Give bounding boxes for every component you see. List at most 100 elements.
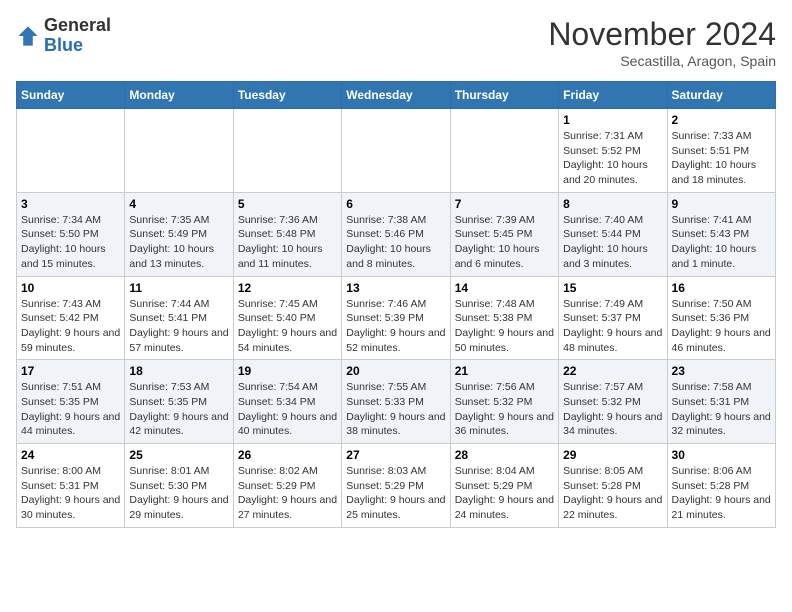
calendar-cell: 20 Sunrise: 7:55 AM Sunset: 5:33 PM Dayli… (342, 360, 450, 444)
calendar-cell: 24 Sunrise: 8:00 AM Sunset: 5:31 PM Dayli… (17, 444, 125, 528)
cell-content: Sunrise: 7:35 AM Sunset: 5:49 PM Dayligh… (129, 213, 228, 272)
cell-content: Sunrise: 8:04 AM Sunset: 5:29 PM Dayligh… (455, 464, 554, 523)
day-number: 15 (563, 281, 662, 295)
day-number: 6 (346, 197, 445, 211)
calendar-cell: 13 Sunrise: 7:46 AM Sunset: 5:39 PM Dayli… (342, 276, 450, 360)
calendar-week-row: 17 Sunrise: 7:51 AM Sunset: 5:35 PM Dayli… (17, 360, 776, 444)
day-number: 26 (238, 448, 337, 462)
calendar-cell: 15 Sunrise: 7:49 AM Sunset: 5:37 PM Dayli… (559, 276, 667, 360)
day-number: 8 (563, 197, 662, 211)
weekday-header: Thursday (450, 82, 558, 109)
calendar-cell: 23 Sunrise: 7:58 AM Sunset: 5:31 PM Dayli… (667, 360, 775, 444)
calendar-cell: 2 Sunrise: 7:33 AM Sunset: 5:51 PM Daylig… (667, 109, 775, 193)
day-number: 7 (455, 197, 554, 211)
calendar-week-row: 3 Sunrise: 7:34 AM Sunset: 5:50 PM Daylig… (17, 192, 776, 276)
cell-content: Sunrise: 8:01 AM Sunset: 5:30 PM Dayligh… (129, 464, 228, 523)
cell-content: Sunrise: 8:00 AM Sunset: 5:31 PM Dayligh… (21, 464, 120, 523)
day-number: 5 (238, 197, 337, 211)
calendar-cell: 21 Sunrise: 7:56 AM Sunset: 5:32 PM Dayli… (450, 360, 558, 444)
cell-content: Sunrise: 7:51 AM Sunset: 5:35 PM Dayligh… (21, 380, 120, 439)
cell-content: Sunrise: 7:53 AM Sunset: 5:35 PM Dayligh… (129, 380, 228, 439)
day-number: 12 (238, 281, 337, 295)
calendar-week-row: 10 Sunrise: 7:43 AM Sunset: 5:42 PM Dayli… (17, 276, 776, 360)
cell-content: Sunrise: 7:34 AM Sunset: 5:50 PM Dayligh… (21, 213, 120, 272)
cell-content: Sunrise: 8:06 AM Sunset: 5:28 PM Dayligh… (672, 464, 771, 523)
calendar-cell: 11 Sunrise: 7:44 AM Sunset: 5:41 PM Dayli… (125, 276, 233, 360)
calendar-cell: 10 Sunrise: 7:43 AM Sunset: 5:42 PM Dayli… (17, 276, 125, 360)
calendar-table: SundayMondayTuesdayWednesdayThursdayFrid… (16, 81, 776, 528)
calendar-week-row: 24 Sunrise: 8:00 AM Sunset: 5:31 PM Dayli… (17, 444, 776, 528)
calendar-cell: 26 Sunrise: 8:02 AM Sunset: 5:29 PM Dayli… (233, 444, 341, 528)
cell-content: Sunrise: 7:56 AM Sunset: 5:32 PM Dayligh… (455, 380, 554, 439)
cell-content: Sunrise: 7:36 AM Sunset: 5:48 PM Dayligh… (238, 213, 337, 272)
day-number: 4 (129, 197, 228, 211)
day-number: 24 (21, 448, 120, 462)
logo-text: General Blue (44, 16, 111, 56)
day-number: 10 (21, 281, 120, 295)
cell-content: Sunrise: 7:46 AM Sunset: 5:39 PM Dayligh… (346, 297, 445, 356)
calendar-cell (233, 109, 341, 193)
cell-content: Sunrise: 8:03 AM Sunset: 5:29 PM Dayligh… (346, 464, 445, 523)
day-number: 28 (455, 448, 554, 462)
cell-content: Sunrise: 7:40 AM Sunset: 5:44 PM Dayligh… (563, 213, 662, 272)
weekday-header: Friday (559, 82, 667, 109)
calendar-cell (17, 109, 125, 193)
cell-content: Sunrise: 8:05 AM Sunset: 5:28 PM Dayligh… (563, 464, 662, 523)
day-number: 2 (672, 113, 771, 127)
month-title: November 2024 (548, 16, 776, 53)
day-number: 27 (346, 448, 445, 462)
day-number: 11 (129, 281, 228, 295)
day-number: 29 (563, 448, 662, 462)
cell-content: Sunrise: 7:31 AM Sunset: 5:52 PM Dayligh… (563, 129, 662, 188)
day-number: 23 (672, 364, 771, 378)
calendar-cell: 29 Sunrise: 8:05 AM Sunset: 5:28 PM Dayli… (559, 444, 667, 528)
cell-content: Sunrise: 7:38 AM Sunset: 5:46 PM Dayligh… (346, 213, 445, 272)
day-number: 9 (672, 197, 771, 211)
cell-content: Sunrise: 7:50 AM Sunset: 5:36 PM Dayligh… (672, 297, 771, 356)
title-block: November 2024 Secastilla, Aragon, Spain (548, 16, 776, 69)
cell-content: Sunrise: 7:57 AM Sunset: 5:32 PM Dayligh… (563, 380, 662, 439)
cell-content: Sunrise: 7:48 AM Sunset: 5:38 PM Dayligh… (455, 297, 554, 356)
day-number: 14 (455, 281, 554, 295)
weekday-header: Sunday (17, 82, 125, 109)
calendar-cell: 12 Sunrise: 7:45 AM Sunset: 5:40 PM Dayli… (233, 276, 341, 360)
logo-general: General (44, 15, 111, 35)
day-number: 20 (346, 364, 445, 378)
cell-content: Sunrise: 7:33 AM Sunset: 5:51 PM Dayligh… (672, 129, 771, 188)
day-number: 18 (129, 364, 228, 378)
calendar-cell (125, 109, 233, 193)
cell-content: Sunrise: 7:55 AM Sunset: 5:33 PM Dayligh… (346, 380, 445, 439)
calendar-cell (342, 109, 450, 193)
day-number: 30 (672, 448, 771, 462)
calendar-cell: 25Sunrise: 8:01 AM Sunset: 5:30 PM Dayli… (125, 444, 233, 528)
weekday-header: Saturday (667, 82, 775, 109)
cell-content: Sunrise: 7:49 AM Sunset: 5:37 PM Dayligh… (563, 297, 662, 356)
cell-content: Sunrise: 7:43 AM Sunset: 5:42 PM Dayligh… (21, 297, 120, 356)
day-number: 16 (672, 281, 771, 295)
day-number: 13 (346, 281, 445, 295)
calendar-cell: 22Sunrise: 7:57 AM Sunset: 5:32 PM Dayli… (559, 360, 667, 444)
day-number: 1 (563, 113, 662, 127)
calendar-cell: 6 Sunrise: 7:38 AM Sunset: 5:46 PM Daylig… (342, 192, 450, 276)
weekday-header-row: SundayMondayTuesdayWednesdayThursdayFrid… (17, 82, 776, 109)
calendar-cell: 14 Sunrise: 7:48 AM Sunset: 5:38 PM Dayli… (450, 276, 558, 360)
day-number: 17 (21, 364, 120, 378)
logo: General Blue (16, 16, 111, 56)
calendar-cell: 18 Sunrise: 7:53 AM Sunset: 5:35 PM Dayli… (125, 360, 233, 444)
location: Secastilla, Aragon, Spain (548, 53, 776, 69)
weekday-header: Wednesday (342, 82, 450, 109)
calendar-cell: 27 Sunrise: 8:03 AM Sunset: 5:29 PM Dayli… (342, 444, 450, 528)
cell-content: Sunrise: 7:45 AM Sunset: 5:40 PM Dayligh… (238, 297, 337, 356)
calendar-cell (450, 109, 558, 193)
day-number: 21 (455, 364, 554, 378)
logo-blue: Blue (44, 35, 83, 55)
calendar-week-row: 1 Sunrise: 7:31 AM Sunset: 5:52 PM Daylig… (17, 109, 776, 193)
cell-content: Sunrise: 7:44 AM Sunset: 5:41 PM Dayligh… (129, 297, 228, 356)
calendar-cell: 5 Sunrise: 7:36 AM Sunset: 5:48 PM Daylig… (233, 192, 341, 276)
calendar-cell: 17 Sunrise: 7:51 AM Sunset: 5:35 PM Dayli… (17, 360, 125, 444)
cell-content: Sunrise: 7:58 AM Sunset: 5:31 PM Dayligh… (672, 380, 771, 439)
day-number: 3 (21, 197, 120, 211)
cell-content: Sunrise: 7:41 AM Sunset: 5:43 PM Dayligh… (672, 213, 771, 272)
calendar-cell: 4 Sunrise: 7:35 AM Sunset: 5:49 PM Daylig… (125, 192, 233, 276)
cell-content: Sunrise: 8:02 AM Sunset: 5:29 PM Dayligh… (238, 464, 337, 523)
